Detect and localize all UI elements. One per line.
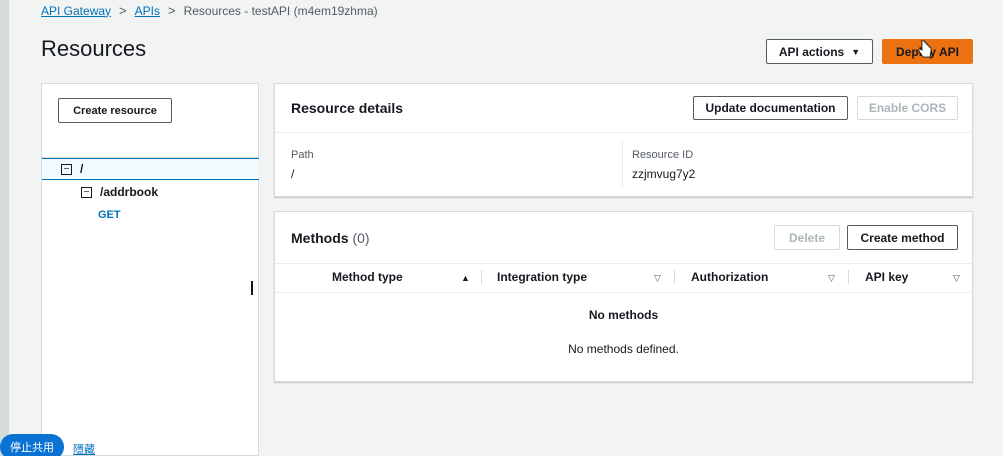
tree-get-label: GET <box>98 209 121 221</box>
collapse-icon[interactable]: − <box>61 163 72 175</box>
methods-title-text: Methods <box>291 230 349 246</box>
column-header-integration-type[interactable]: Integration type <box>497 263 587 291</box>
page-title: Resources <box>41 36 147 61</box>
card-divider <box>275 132 972 133</box>
column-separator <box>674 270 675 284</box>
resource-tree-panel: Create resource − / − /addrbook GET <box>41 83 259 456</box>
delete-label: Delete <box>788 230 826 245</box>
enable-cors-label: Enable CORS <box>868 101 947 115</box>
column-header-authorization[interactable]: Authorization <box>691 263 768 291</box>
resource-id-value: zzjmvug7y2 <box>632 167 696 181</box>
enable-cors-button[interactable]: Enable CORS <box>857 96 958 120</box>
methods-card: Methods (0) Delete Create method Method … <box>274 211 973 382</box>
update-documentation-button[interactable]: Update documentation <box>693 96 848 120</box>
column-separator <box>848 270 849 284</box>
hand-cursor-icon <box>918 40 932 58</box>
table-header-border <box>275 292 972 293</box>
api-actions-label: API actions <box>778 44 845 59</box>
caret-down-icon: ▼ <box>851 46 861 57</box>
collapse-icon[interactable]: − <box>81 186 92 198</box>
api-actions-button[interactable]: API actions ▼ <box>766 39 873 64</box>
delete-method-button[interactable]: Delete <box>774 225 840 250</box>
path-value: / <box>291 167 295 181</box>
methods-count: (0) <box>352 230 370 246</box>
empty-state-title: No methods <box>588 308 659 322</box>
methods-title: Methods (0) <box>291 230 370 246</box>
resource-details-title: Resource details <box>291 100 404 116</box>
resource-details-card: Resource details Update documentation En… <box>274 83 973 197</box>
create-resource-label: Create resource <box>73 104 157 117</box>
hide-link[interactable]: 隱藏 <box>73 441 95 456</box>
breadcrumb-current: Resources - testAPI (m4em19zhma) <box>183 3 378 18</box>
create-resource-button[interactable]: Create resource <box>58 98 172 123</box>
column-divider <box>622 141 623 187</box>
panel-resize-handle[interactable] <box>251 281 254 295</box>
create-method-button[interactable]: Create method <box>847 225 958 250</box>
column-header-method-type[interactable]: Method type <box>332 263 403 291</box>
tree-item-addrbook[interactable]: − /addrbook <box>81 185 158 199</box>
tree-addrbook-label: /addrbook <box>100 185 159 199</box>
path-label: Path <box>291 149 314 161</box>
chevron-right-icon: > <box>119 3 127 18</box>
stop-sharing-button[interactable]: 停止共用 <box>0 434 64 456</box>
tree-item-root[interactable]: − / <box>61 162 83 176</box>
chevron-right-icon: > <box>167 3 176 18</box>
breadcrumb-apis[interactable]: APIs <box>135 4 160 18</box>
update-documentation-label: Update documentation <box>705 101 836 115</box>
breadcrumb: API Gateway > APIs > Resources - testAPI… <box>41 3 378 18</box>
column-separator <box>481 270 482 284</box>
tree-root-label: / <box>80 162 84 176</box>
left-edge-strip <box>0 0 9 456</box>
sort-icon[interactable]: ▽ <box>953 273 960 284</box>
create-method-label: Create method <box>860 230 945 245</box>
sort-ascending-icon[interactable]: ▲ <box>461 273 470 283</box>
column-header-api-key[interactable]: API key <box>865 263 908 291</box>
breadcrumb-api-gateway[interactable]: API Gateway <box>41 4 111 18</box>
tree-item-get[interactable]: GET <box>98 209 121 221</box>
empty-state-description: No methods defined. <box>568 342 679 356</box>
sort-icon[interactable]: ▽ <box>654 273 661 284</box>
sort-icon[interactable]: ▽ <box>828 273 835 284</box>
resource-id-label: Resource ID <box>632 149 694 161</box>
